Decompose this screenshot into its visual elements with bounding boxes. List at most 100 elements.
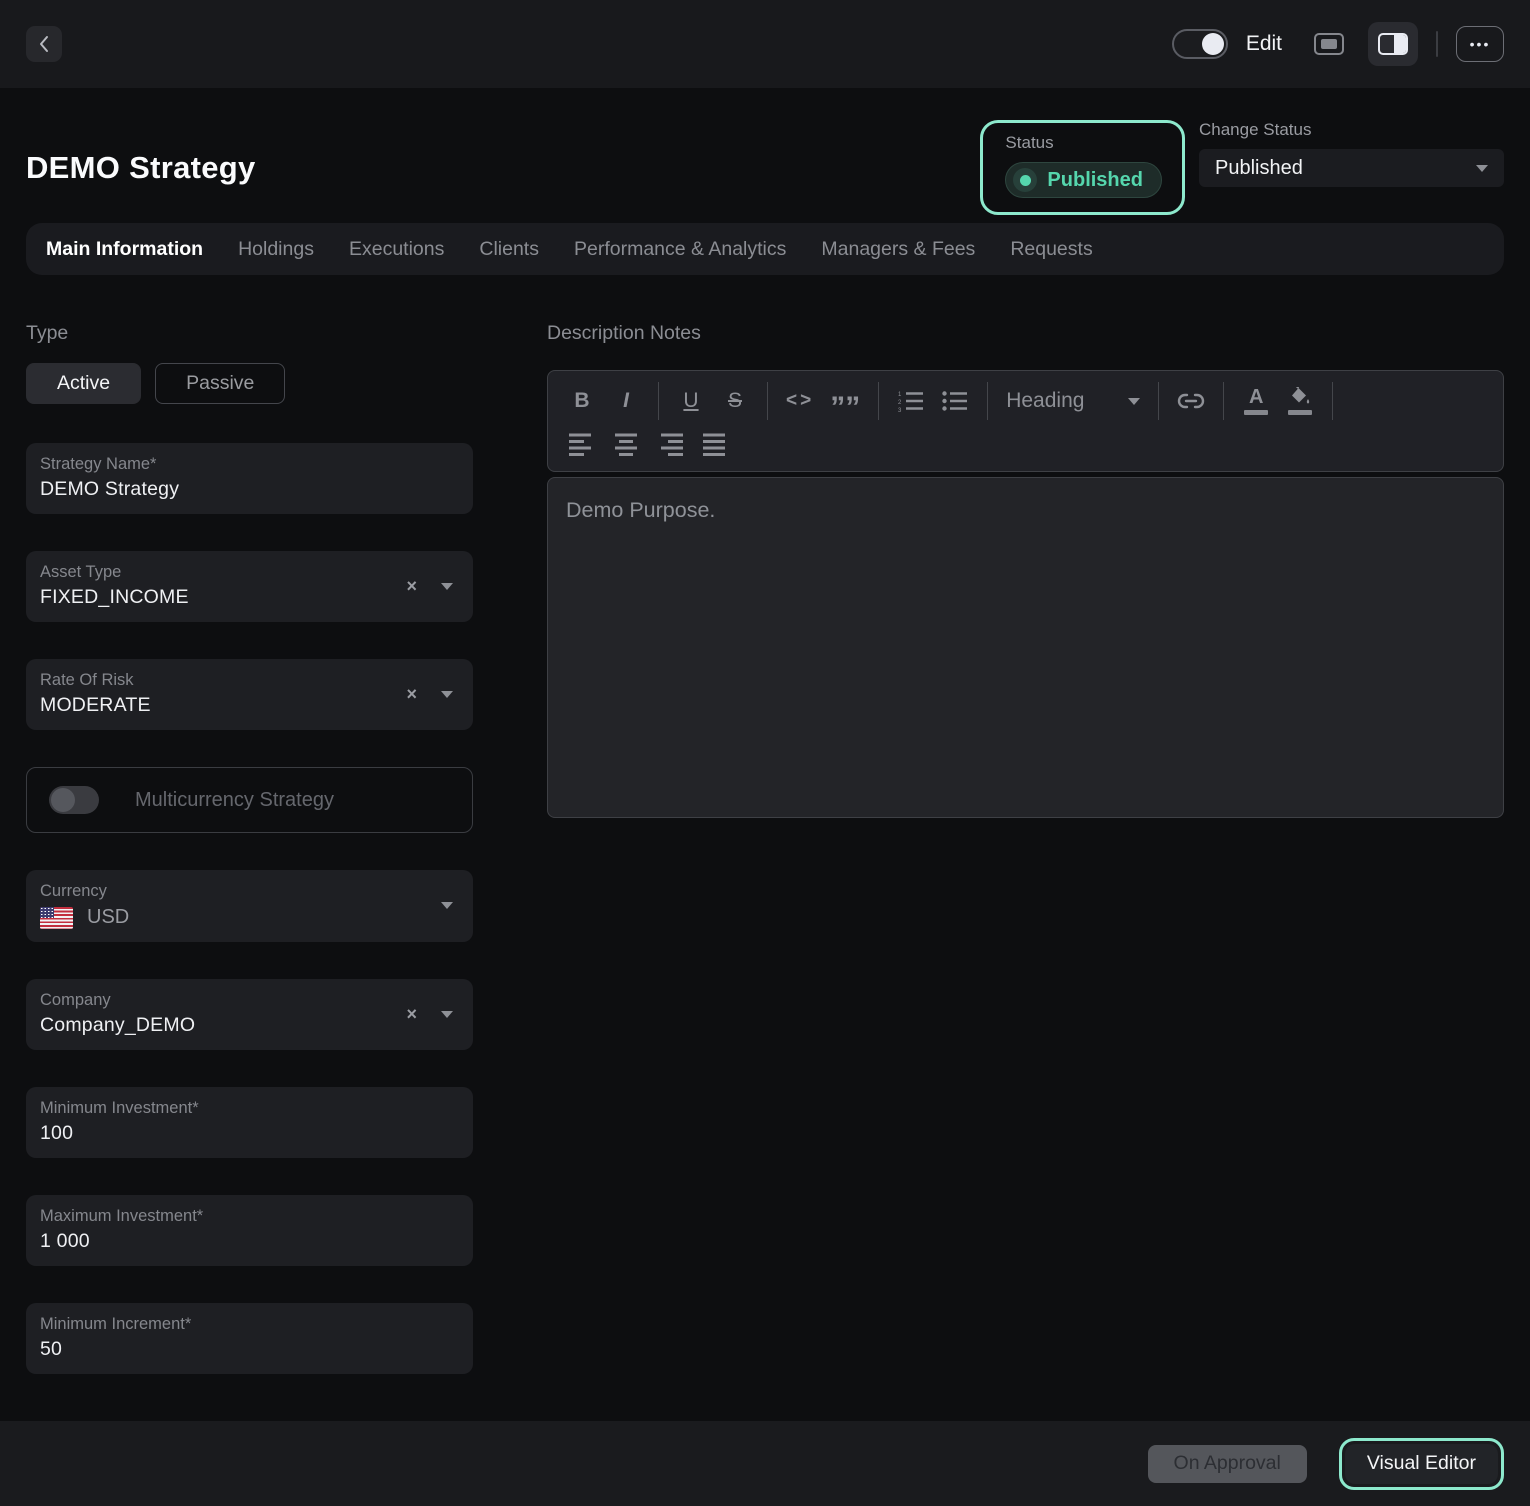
- strategy-name-value: DEMO Strategy: [40, 478, 455, 501]
- type-active-button[interactable]: Active: [26, 363, 141, 404]
- tab-requests[interactable]: Requests: [1010, 238, 1092, 261]
- right-column: Description Notes B I U S <> ””: [547, 322, 1504, 1374]
- edit-toggle-label: Edit: [1246, 32, 1282, 56]
- highlight-color-button[interactable]: [1278, 379, 1322, 423]
- bullet-list-button[interactable]: [933, 379, 977, 423]
- maximum-investment-value: 1 000: [40, 1230, 455, 1253]
- footer-bar: On Approval Visual Editor: [0, 1421, 1530, 1506]
- company-field[interactable]: Company Company_DEMO ×: [26, 979, 473, 1050]
- chevron-down-icon[interactable]: [441, 902, 453, 909]
- toolbar-divider: [878, 382, 879, 420]
- paint-bucket-icon: [1288, 387, 1312, 415]
- currency-field[interactable]: Currency USD: [26, 870, 473, 942]
- maximum-investment-label: Maximum Investment*: [40, 1207, 455, 1226]
- on-approval-button[interactable]: On Approval: [1148, 1445, 1307, 1483]
- toolbar-divider: [1223, 382, 1224, 420]
- maximum-investment-field[interactable]: Maximum Investment* 1 000: [26, 1195, 473, 1266]
- multicurrency-toggle[interactable]: [49, 786, 99, 814]
- multicurrency-field: Multicurrency Strategy: [26, 767, 473, 833]
- company-label: Company: [40, 991, 406, 1010]
- strategy-name-field[interactable]: Strategy Name* DEMO Strategy: [26, 443, 473, 514]
- align-justify-icon: [701, 433, 727, 457]
- status-badge-text: Published: [1047, 169, 1143, 192]
- status-group: Status Published: [980, 120, 1185, 215]
- tab-performance-analytics[interactable]: Performance & Analytics: [574, 238, 786, 261]
- rate-of-risk-value: MODERATE: [40, 694, 406, 717]
- visual-editor-button[interactable]: Visual Editor: [1345, 1444, 1498, 1484]
- align-left-button[interactable]: [560, 423, 604, 467]
- single-pane-icon: [1314, 33, 1344, 55]
- description-notes-editor[interactable]: Demo Purpose.: [547, 477, 1504, 818]
- split-pane-view-button[interactable]: [1368, 22, 1418, 66]
- svg-text:1: 1: [898, 392, 902, 398]
- blockquote-button[interactable]: ””: [822, 379, 868, 423]
- clear-icon[interactable]: ×: [406, 577, 417, 595]
- status-dot-icon: [1013, 168, 1037, 192]
- bullet-list-icon: [942, 390, 968, 412]
- change-status-value: Published: [1215, 157, 1476, 180]
- rate-of-risk-label: Rate Of Risk: [40, 671, 406, 690]
- toolbar-divider: [1332, 382, 1333, 420]
- currency-value: USD: [87, 906, 129, 929]
- tab-managers-fees[interactable]: Managers & Fees: [821, 238, 975, 261]
- visual-editor-highlight-ring: Visual Editor: [1339, 1438, 1504, 1490]
- align-right-icon: [657, 433, 683, 457]
- align-right-button[interactable]: [648, 423, 692, 467]
- heading-select[interactable]: Heading: [998, 379, 1148, 423]
- description-notes-label: Description Notes: [547, 322, 1504, 345]
- tab-bar: Main Information Holdings Executions Cli…: [26, 223, 1504, 275]
- ordered-list-button[interactable]: 1 2 3: [889, 379, 933, 423]
- text-color-icon: A: [1244, 387, 1268, 415]
- us-flag-icon: [40, 907, 73, 929]
- type-passive-button[interactable]: Passive: [155, 363, 285, 404]
- minimum-increment-value: 50: [40, 1338, 455, 1361]
- back-button[interactable]: [26, 26, 62, 62]
- tab-executions[interactable]: Executions: [349, 238, 444, 261]
- link-icon: [1177, 393, 1205, 409]
- currency-label: Currency: [40, 882, 441, 901]
- topbar: Edit •••: [0, 0, 1530, 88]
- tab-main-information[interactable]: Main Information: [46, 238, 203, 261]
- single-pane-view-button[interactable]: [1308, 22, 1350, 66]
- svg-text:3: 3: [898, 408, 902, 412]
- type-button-group: Active Passive: [26, 363, 473, 404]
- italic-button[interactable]: I: [604, 379, 648, 423]
- chevron-down-icon[interactable]: [441, 583, 453, 590]
- clear-icon[interactable]: ×: [406, 1005, 417, 1023]
- text-color-button[interactable]: A: [1234, 379, 1278, 423]
- align-center-button[interactable]: [604, 423, 648, 467]
- multicurrency-label: Multicurrency Strategy: [135, 789, 334, 812]
- asset-type-label: Asset Type: [40, 563, 406, 582]
- minimum-investment-label: Minimum Investment*: [40, 1099, 455, 1118]
- page: Edit ••• DEMO Strategy Status Published: [0, 0, 1530, 1506]
- align-center-icon: [613, 433, 639, 457]
- toolbar-divider: [987, 382, 988, 420]
- split-pane-icon: [1378, 33, 1408, 55]
- minimum-investment-field[interactable]: Minimum Investment* 100: [26, 1087, 473, 1158]
- tab-clients[interactable]: Clients: [479, 238, 539, 261]
- toolbar-divider: [658, 382, 659, 420]
- rate-of-risk-field[interactable]: Rate Of Risk MODERATE ×: [26, 659, 473, 730]
- change-status-select[interactable]: Published: [1199, 149, 1504, 187]
- form-area: Type Active Passive Strategy Name* DEMO …: [26, 322, 1504, 1374]
- align-justify-button[interactable]: [692, 423, 736, 467]
- underline-button[interactable]: U: [669, 379, 713, 423]
- more-options-button[interactable]: •••: [1456, 26, 1504, 62]
- link-button[interactable]: [1169, 379, 1213, 423]
- toolbar-divider: [1158, 382, 1159, 420]
- clear-icon[interactable]: ×: [406, 685, 417, 703]
- status-label: Status: [1005, 133, 1162, 153]
- strikethrough-button[interactable]: S: [713, 379, 757, 423]
- toolbar-row-2: [560, 423, 1491, 467]
- edit-toggle[interactable]: [1172, 29, 1228, 59]
- bold-button[interactable]: B: [560, 379, 604, 423]
- asset-type-field[interactable]: Asset Type FIXED_INCOME ×: [26, 551, 473, 622]
- company-value: Company_DEMO: [40, 1014, 406, 1037]
- tab-holdings[interactable]: Holdings: [238, 238, 314, 261]
- code-button[interactable]: <>: [778, 379, 822, 423]
- chevron-down-icon[interactable]: [441, 691, 453, 698]
- ellipsis-icon: •••: [1470, 37, 1491, 51]
- strategy-name-label: Strategy Name*: [40, 455, 455, 474]
- minimum-increment-field[interactable]: Minimum Increment* 50: [26, 1303, 473, 1374]
- chevron-down-icon[interactable]: [441, 1011, 453, 1018]
